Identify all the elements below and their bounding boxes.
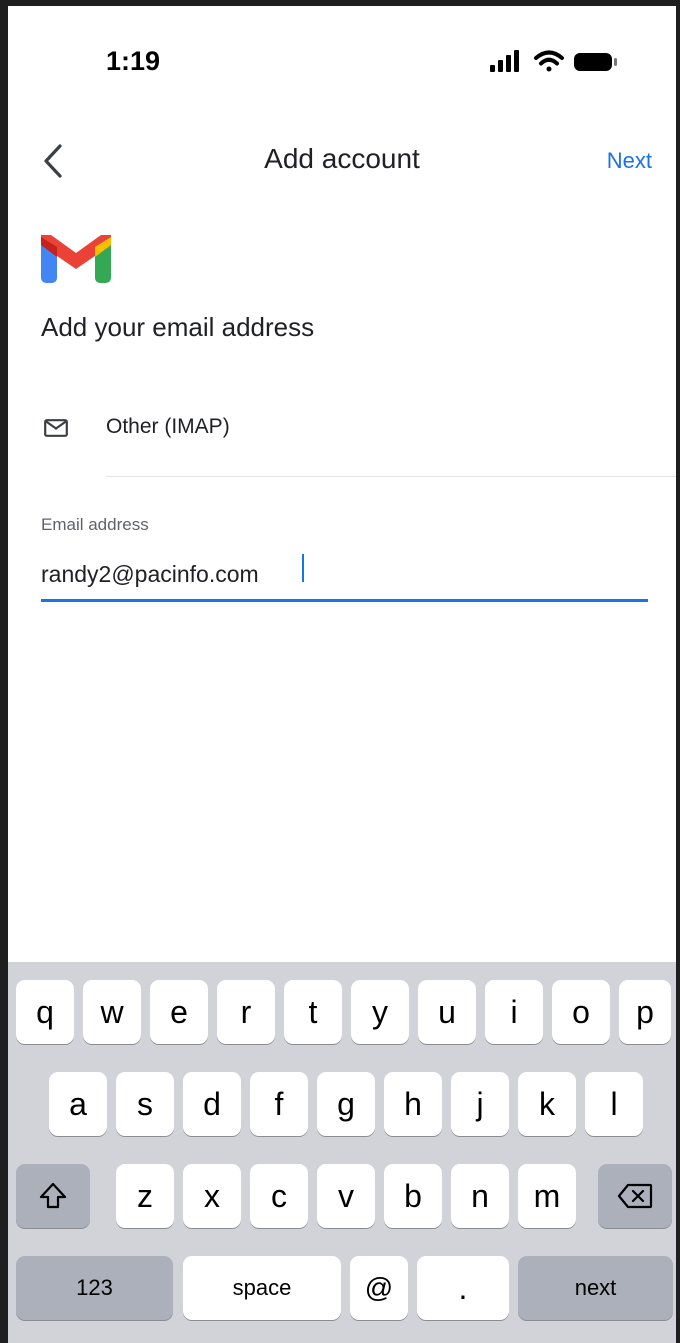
key-o[interactable]: o: [552, 980, 610, 1044]
divider: [106, 476, 676, 477]
phone-screen: 1:19 Add account Next Add your email add…: [8, 6, 676, 1343]
signal-icon: [490, 50, 519, 72]
key-h[interactable]: h: [384, 1072, 442, 1136]
space-key[interactable]: space: [183, 1256, 341, 1320]
gmail-logo-icon: [41, 235, 111, 283]
key-l[interactable]: l: [585, 1072, 643, 1136]
period-key[interactable]: .: [417, 1256, 509, 1320]
key-t[interactable]: t: [284, 980, 342, 1044]
key-a[interactable]: a: [49, 1072, 107, 1136]
key-f[interactable]: f: [250, 1072, 308, 1136]
email-field-underline: [41, 599, 648, 602]
envelope-icon: [44, 419, 68, 437]
key-m[interactable]: m: [518, 1164, 576, 1228]
provider-option-imap[interactable]: Other (IMAP): [8, 401, 676, 481]
key-z[interactable]: z: [116, 1164, 174, 1228]
next-key[interactable]: next: [518, 1256, 673, 1320]
at-key[interactable]: @: [350, 1256, 408, 1320]
key-u[interactable]: u: [418, 980, 476, 1044]
key-p[interactable]: p: [619, 980, 671, 1044]
key-q[interactable]: q: [16, 980, 74, 1044]
key-w[interactable]: w: [83, 980, 141, 1044]
key-k[interactable]: k: [518, 1072, 576, 1136]
email-field[interactable]: [41, 550, 645, 598]
heading: Add your email address: [41, 312, 315, 342]
key-v[interactable]: v: [317, 1164, 375, 1228]
provider-label: Other (IMAP): [106, 415, 230, 438]
key-i[interactable]: i: [485, 980, 543, 1044]
wifi-icon: [534, 50, 564, 72]
key-x[interactable]: x: [183, 1164, 241, 1228]
key-b[interactable]: b: [384, 1164, 442, 1228]
backspace-key[interactable]: [598, 1164, 672, 1228]
key-e[interactable]: e: [150, 980, 208, 1044]
key-d[interactable]: d: [183, 1072, 241, 1136]
key-g[interactable]: g: [317, 1072, 375, 1136]
key-y[interactable]: y: [351, 980, 409, 1044]
key-c[interactable]: c: [250, 1164, 308, 1228]
battery-icon: [574, 53, 617, 71]
numbers-key[interactable]: 123: [16, 1256, 173, 1320]
next-button[interactable]: Next: [607, 148, 652, 174]
backspace-icon: [617, 1183, 653, 1209]
shift-key[interactable]: [16, 1164, 90, 1228]
email-field-label: Email address: [41, 515, 149, 534]
key-n[interactable]: n: [451, 1164, 509, 1228]
shift-arrow-icon: [39, 1182, 67, 1209]
status-time: 1:19: [106, 46, 161, 76]
key-j[interactable]: j: [451, 1072, 509, 1136]
text-caret: [302, 554, 304, 582]
key-s[interactable]: s: [116, 1072, 174, 1136]
page-title: Add account: [264, 143, 420, 174]
key-r[interactable]: r: [217, 980, 275, 1044]
status-icons: [490, 50, 617, 72]
keyboard: q w e r t y u i o p a s d f g h j k l z …: [8, 962, 676, 1343]
